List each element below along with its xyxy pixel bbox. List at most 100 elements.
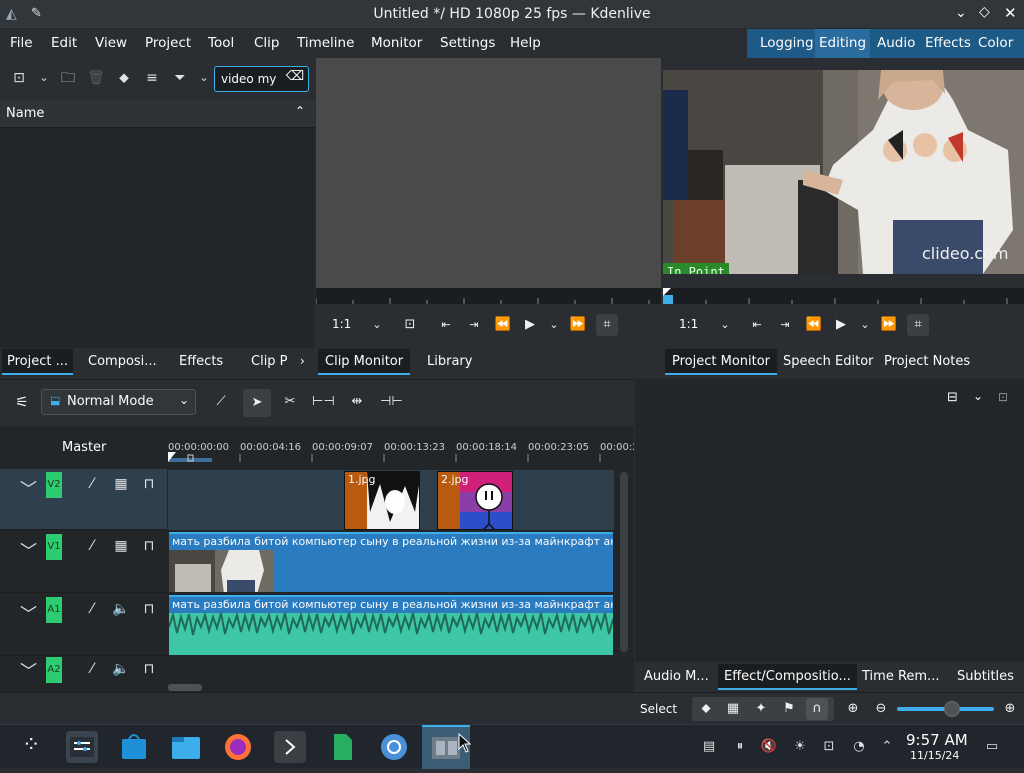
sort-up-icon[interactable]: ⌃	[295, 104, 305, 118]
slip-tool-icon[interactable]: ⊢⊣	[312, 391, 335, 413]
tab-project-bin[interactable]: Project ...	[2, 349, 74, 375]
status-snap-icon[interactable]: ∩	[806, 698, 828, 720]
view-list-icon[interactable]: ≡	[141, 67, 163, 89]
status-tag-icon[interactable]: ⬥	[695, 698, 717, 720]
split-view-icon[interactable]: ⊟	[947, 390, 958, 405]
tab-project-notes[interactable]: Project Notes	[879, 349, 975, 375]
zoom-fit-icon[interactable]: ⊕	[842, 698, 864, 720]
tab-clip-properties[interactable]: Clip P	[246, 349, 293, 375]
close-icon[interactable]: ✕	[1004, 4, 1017, 22]
workspace-effects[interactable]: Effects	[921, 29, 975, 58]
menu-edit[interactable]: Edit	[51, 35, 77, 51]
add-clip-icon[interactable]: ⊡	[8, 67, 30, 89]
lock-v2-icon[interactable]: ⊓	[139, 474, 159, 494]
delete-icon[interactable]: 🗑	[85, 67, 107, 89]
track-header-a1[interactable]: ﹀ A1 ⁄ 🔈 ⊓	[0, 594, 167, 656]
speaker-a1-icon[interactable]: 🔈	[111, 599, 131, 619]
tray-expand-icon[interactable]: ⌃	[878, 738, 896, 756]
clip-1-jpg[interactable]: 1.jpg	[344, 471, 420, 530]
tab-scroll-right-icon[interactable]: ›	[300, 354, 305, 368]
clip-monitor[interactable]	[316, 58, 661, 288]
zoom-in-icon[interactable]: ⊕	[999, 698, 1021, 720]
ripple-tool-icon[interactable]: ⇹	[346, 391, 368, 413]
track-lane-a2[interactable]	[168, 657, 614, 683]
project-forward-icon[interactable]: ⏩	[878, 314, 900, 336]
project-rewind-icon[interactable]: ⏪	[803, 314, 825, 336]
effects-a1-icon[interactable]: ⁄	[82, 599, 102, 619]
clip-insert-icon[interactable]: ⊡	[399, 314, 421, 336]
taskbar-sheets-icon[interactable]	[326, 731, 358, 763]
mode-dropdown-icon[interactable]: ⌄	[179, 393, 189, 407]
tray-brightness-icon[interactable]: ☀	[791, 738, 809, 756]
workspace-editing[interactable]: Editing	[815, 29, 871, 58]
master-label[interactable]: Master	[62, 440, 106, 455]
bin-search[interactable]: ⌫	[214, 66, 309, 92]
effects-v2-icon[interactable]: ⁄	[82, 474, 102, 494]
taskbar-chromium-icon[interactable]	[378, 731, 410, 763]
collapse-v1-icon[interactable]: ﹀	[20, 537, 37, 562]
tab-library[interactable]: Library	[422, 349, 477, 375]
project-play-dropdown-icon[interactable]: ⌄	[854, 314, 876, 336]
tab-time-remapping[interactable]: Time Rem...	[857, 664, 944, 690]
bin-search-input[interactable]	[221, 70, 279, 88]
project-zoom-dropdown-icon[interactable]: ⌄	[714, 314, 736, 336]
tab-speech-editor[interactable]: Speech Editor	[778, 349, 879, 375]
zoom-out-icon[interactable]: ⊖	[870, 698, 892, 720]
menu-clip[interactable]: Clip	[254, 35, 280, 51]
tab-clip-monitor[interactable]: Clip Monitor	[318, 349, 411, 375]
track-header-v2[interactable]: ﹀ V2 ⁄ ▦ ⊓	[0, 469, 167, 530]
lock-a1-icon[interactable]: ⊓	[139, 599, 159, 619]
tab-effect-composition[interactable]: Effect/Compositio...	[718, 664, 857, 690]
menu-settings[interactable]: Settings	[440, 35, 495, 51]
collapse-a2-icon[interactable]: ﹀	[20, 657, 37, 682]
workspace-audio[interactable]: Audio	[873, 29, 919, 58]
bin-column-header[interactable]: Name ⌃	[0, 100, 315, 128]
tab-effects[interactable]: Effects	[174, 349, 228, 375]
workspace-color[interactable]: Color	[974, 29, 1017, 58]
tray-pause-icon[interactable]: ⏸	[731, 738, 749, 756]
track-label-a2[interactable]: A2	[46, 657, 62, 683]
project-set-in-icon[interactable]: ⇤	[746, 314, 768, 336]
tray-mute-icon[interactable]: 🔇	[760, 738, 778, 756]
minimize-icon[interactable]: ⌄	[955, 5, 967, 21]
taskbar-terminal-icon[interactable]	[274, 731, 306, 763]
project-set-out-icon[interactable]: ⇥	[774, 314, 796, 336]
select-tool-icon[interactable]: ➤	[243, 389, 271, 417]
menu-view[interactable]: View	[95, 35, 127, 51]
speaker-a2-icon[interactable]: 🔈	[111, 659, 131, 679]
collapse-a1-icon[interactable]: ﹀	[20, 600, 37, 625]
track-header-a2[interactable]: ﹀ A2 ⁄ 🔈 ⊓	[0, 657, 167, 691]
clear-search-icon[interactable]: ⌫	[285, 69, 305, 89]
menu-project[interactable]: Project	[145, 35, 191, 51]
clip-forward-icon[interactable]: ⏩	[567, 314, 589, 336]
effects-a2-icon[interactable]: ⁄	[82, 659, 102, 679]
tray-performance-icon[interactable]: ◔	[850, 738, 868, 756]
clip-set-in-icon[interactable]: ⇤	[435, 314, 457, 336]
video-clip[interactable]: мать разбила битой компьютер сыну в реал…	[169, 532, 613, 592]
filter-dropdown-icon[interactable]: ⌄	[193, 67, 215, 89]
maximize-icon[interactable]: ◇	[979, 4, 990, 20]
clip-crop-icon[interactable]: ⌗	[596, 314, 618, 336]
tray-storage-icon[interactable]: ⊡	[820, 738, 838, 756]
track-label-v2[interactable]: V2	[46, 472, 62, 498]
add-folder-icon[interactable]: 🗀	[57, 67, 79, 89]
lock-a2-icon[interactable]: ⊓	[139, 659, 159, 679]
workspace-logging[interactable]: Logging	[756, 29, 818, 58]
zoom-slider-handle[interactable]	[944, 701, 960, 717]
app-launcher-icon[interactable]: ⁘	[22, 733, 40, 758]
project-zoom-value[interactable]: 1:1	[679, 317, 698, 331]
track-header-v1[interactable]: ﹀ V1 ⁄ ▦ ⊓	[0, 531, 167, 593]
tab-subtitles[interactable]: Subtitles	[952, 664, 1019, 690]
timeline-horizontal-scrollbar[interactable]	[168, 684, 202, 691]
clock-date[interactable]: 11/15/24	[910, 749, 959, 762]
menu-monitor[interactable]: Monitor	[371, 35, 422, 51]
timeline-vertical-scrollbar[interactable]	[620, 472, 628, 652]
clip-play-icon[interactable]: ▶	[519, 314, 541, 336]
clip-rewind-icon[interactable]: ⏪	[492, 314, 514, 336]
status-film-icon[interactable]: ▦	[722, 698, 744, 720]
track-label-a1[interactable]: A1	[46, 597, 62, 623]
taskbar-files-icon[interactable]	[170, 731, 202, 763]
playhead-marker[interactable]	[168, 452, 178, 462]
filter-icon[interactable]: ⏷	[169, 67, 191, 89]
clock-time[interactable]: 9:57 AM	[906, 731, 968, 749]
